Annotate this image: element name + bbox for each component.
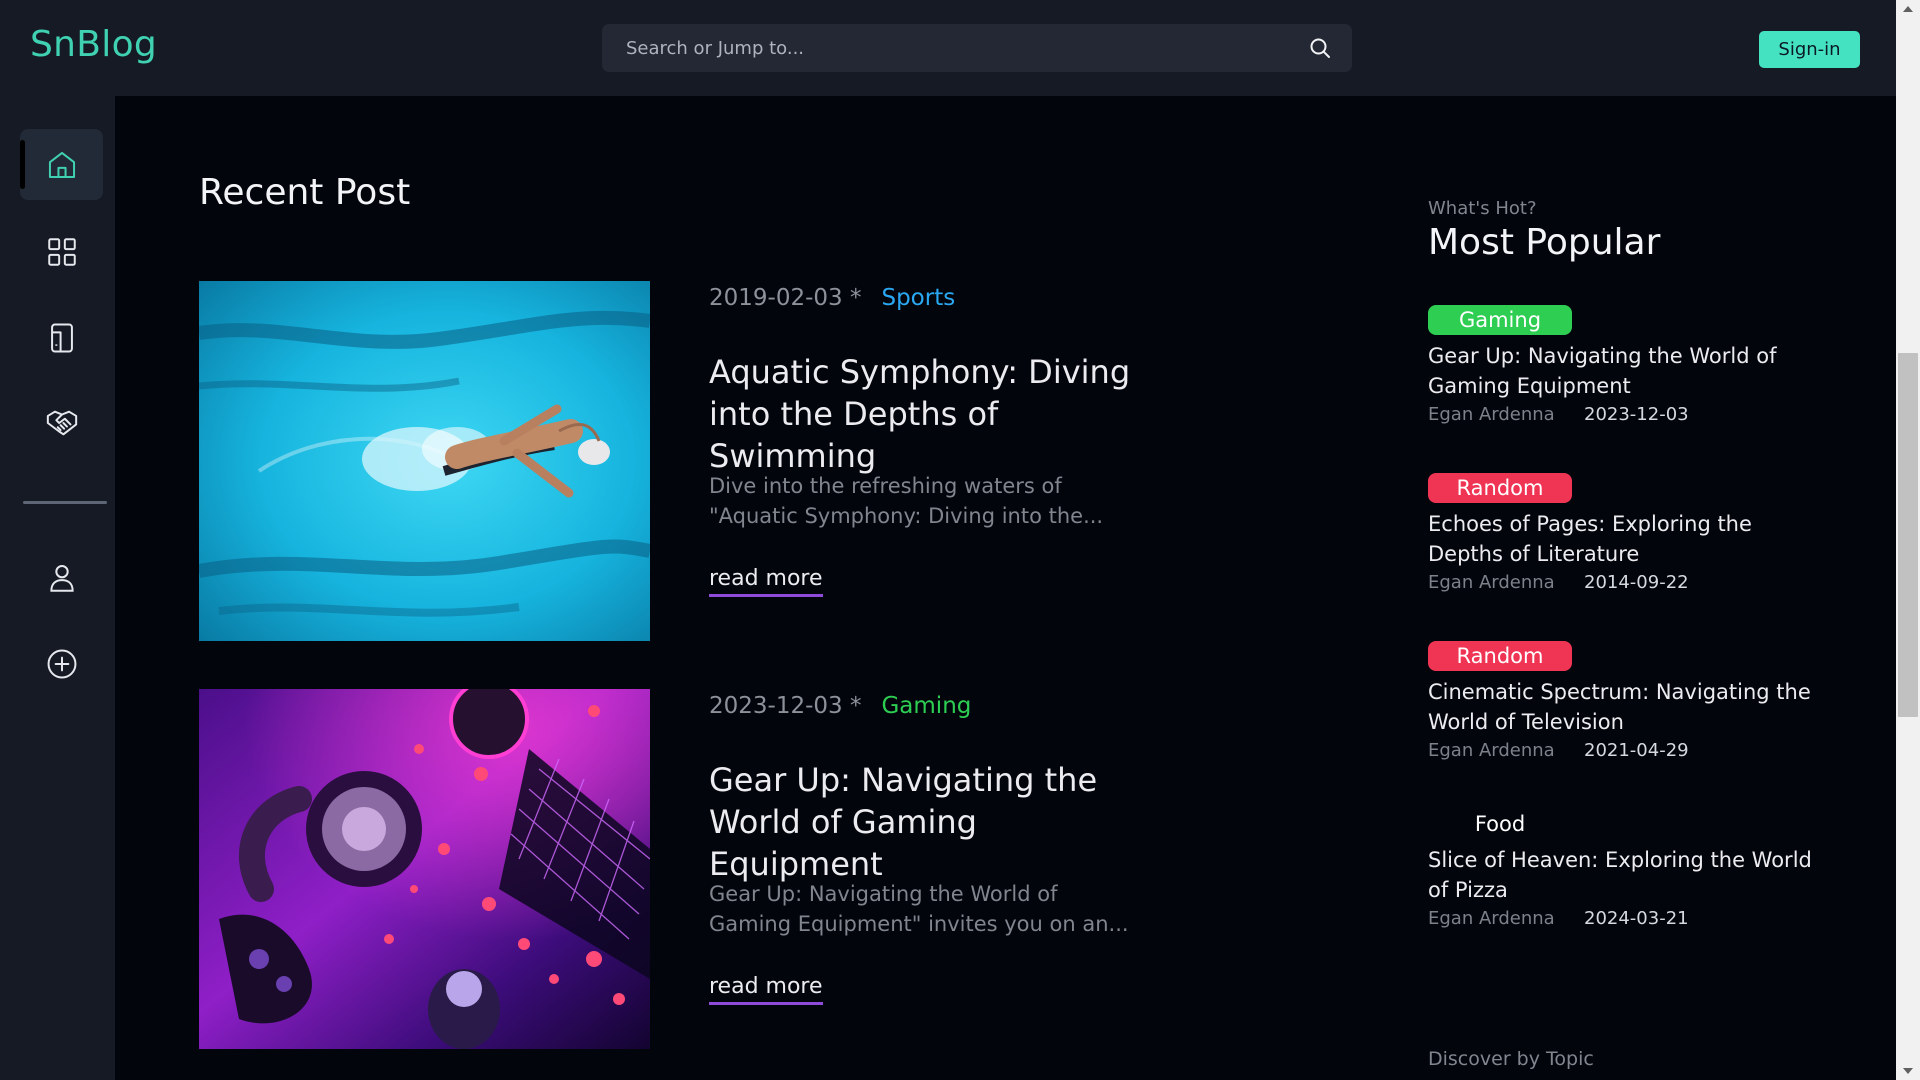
home-icon	[48, 151, 75, 178]
site-logo[interactable]: SnBlog	[30, 24, 157, 65]
popular-item-meta: Egan Ardenna 2024-03-21	[1428, 907, 1828, 931]
search-icon[interactable]	[1308, 36, 1332, 60]
scroll-up-arrow[interactable]	[1903, 6, 1913, 12]
post-meta: 2019-02-03 * Sports	[709, 285, 955, 311]
handshake-icon	[46, 410, 77, 435]
search-input[interactable]	[602, 24, 1352, 72]
popular-item-meta: Egan Ardenna 2023-12-03	[1428, 403, 1828, 427]
post-excerpt: Gear Up: Navigating the World of Gaming …	[709, 882, 1129, 936]
category-badge[interactable]: Random	[1428, 641, 1572, 671]
sidebar-divider	[23, 501, 107, 504]
post-date: 2019-02-03 *	[709, 285, 862, 311]
post-date: 2023-12-03	[1584, 404, 1689, 425]
popular-item[interactable]: Random Cinematic Spectrum: Navigating th…	[1428, 641, 1828, 763]
popular-title: Most Popular	[1428, 222, 1661, 263]
author-name: Egan Ardenna	[1428, 908, 1555, 929]
swimmer-photo[interactable]	[199, 281, 650, 641]
gaming-gear-photo[interactable]	[199, 689, 650, 1049]
post-card: 2019-02-03 * Sports Aquatic Symphony: Di…	[199, 281, 1149, 641]
section-title: Recent Post	[199, 172, 411, 213]
category-badge[interactable]: Food	[1428, 809, 1572, 839]
post-date: 2014-09-22	[1584, 572, 1689, 593]
sidebar-item-create[interactable]	[20, 628, 103, 699]
sign-in-button[interactable]: Sign-in	[1759, 31, 1860, 68]
search-bar[interactable]	[602, 24, 1352, 72]
post-date: 2024-03-21	[1584, 908, 1689, 929]
post-meta: 2023-12-03 * Gaming	[709, 693, 971, 719]
user-icon	[49, 564, 74, 592]
scroll-thumb[interactable]	[1898, 353, 1918, 717]
post-category[interactable]: Gaming	[881, 693, 971, 719]
category-badge[interactable]: Gaming	[1428, 305, 1572, 335]
sidebar-item-profile[interactable]	[20, 542, 103, 613]
popular-item-title[interactable]: Gear Up: Navigating the World of Gaming …	[1428, 341, 1823, 401]
popular-kicker: What's Hot?	[1428, 198, 1537, 219]
popular-item[interactable]: Food Slice of Heaven: Exploring the Worl…	[1428, 809, 1828, 931]
page-scrollbar[interactable]	[1896, 0, 1920, 1080]
popular-item-title[interactable]: Slice of Heaven: Exploring the World of …	[1428, 845, 1823, 905]
sidebar-item-partners[interactable]	[20, 387, 103, 458]
post-date: 2021-04-29	[1584, 740, 1689, 761]
read-more-link[interactable]: read more	[709, 974, 823, 1005]
sidebar-item-home[interactable]	[20, 129, 103, 200]
post-title[interactable]: Aquatic Symphony: Diving into the Depths…	[709, 351, 1149, 477]
popular-item-meta: Egan Ardenna 2014-09-22	[1428, 571, 1828, 595]
post-category[interactable]: Sports	[881, 285, 955, 311]
post-date: 2023-12-03 *	[709, 693, 862, 719]
popular-item-meta: Egan Ardenna 2021-04-29	[1428, 739, 1828, 763]
popular-item-title[interactable]: Echoes of Pages: Exploring the Depths of…	[1428, 509, 1823, 569]
tablet-icon	[50, 323, 73, 352]
top-bar: SnBlog Sign-in	[0, 0, 1896, 96]
author-name: Egan Ardenna	[1428, 572, 1555, 593]
scroll-down-arrow[interactable]	[1903, 1068, 1913, 1074]
discover-by-topic-heading: Discover by Topic	[1428, 1048, 1594, 1070]
category-badge[interactable]: Random	[1428, 473, 1572, 503]
post-excerpt: Dive into the refreshing waters of "Aqua…	[709, 474, 1104, 528]
author-name: Egan Ardenna	[1428, 740, 1555, 761]
author-name: Egan Ardenna	[1428, 404, 1555, 425]
grid-icon	[47, 237, 76, 266]
sidebar	[0, 96, 115, 1080]
popular-item-title[interactable]: Cinematic Spectrum: Navigating the World…	[1428, 677, 1823, 737]
popular-item[interactable]: Gaming Gear Up: Navigating the World of …	[1428, 305, 1828, 427]
read-more-link[interactable]: read more	[709, 566, 823, 597]
sidebar-item-categories[interactable]	[20, 216, 103, 287]
post-card: 2023-12-03 * Gaming Gear Up: Navigating …	[199, 689, 1149, 1049]
popular-item[interactable]: Random Echoes of Pages: Exploring the De…	[1428, 473, 1828, 595]
sidebar-item-mobile[interactable]	[20, 302, 103, 373]
plus-circle-icon	[47, 649, 76, 678]
post-title[interactable]: Gear Up: Navigating the World of Gaming …	[709, 759, 1149, 885]
